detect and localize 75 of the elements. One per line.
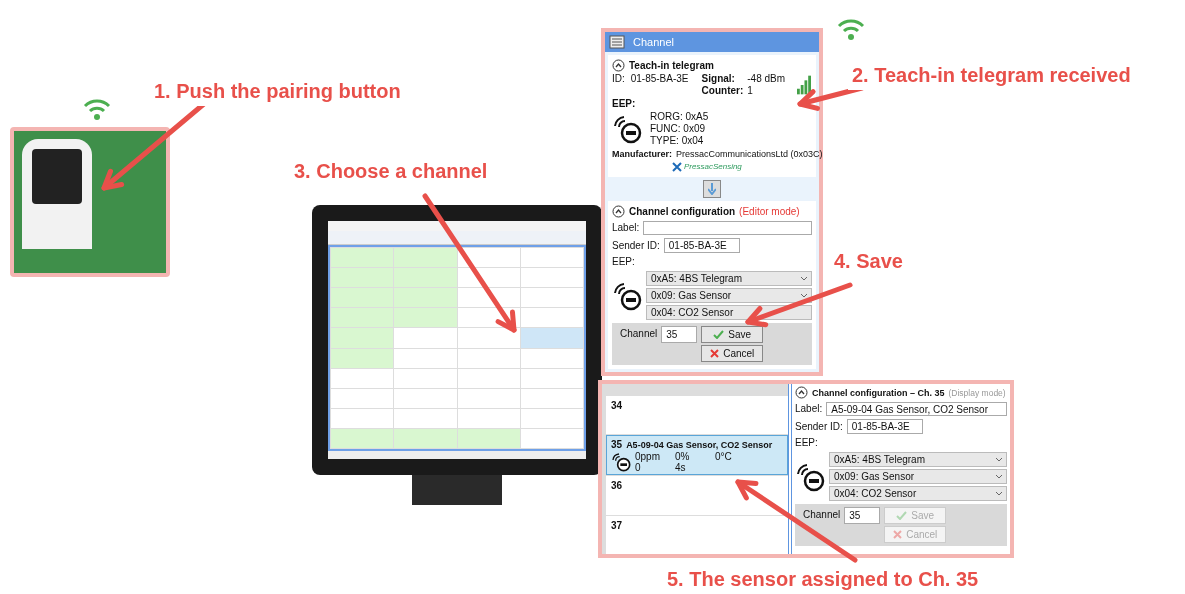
field-label: EEP:	[612, 256, 636, 268]
eep-select[interactable]: 0xA5: 4BS Telegram	[646, 271, 812, 286]
channel-number: 35	[611, 439, 623, 452]
window-title: Channel	[633, 34, 674, 50]
eep-line: RORG: 0xA5	[650, 111, 709, 123]
section-heading: Channel configuration – Ch. 35	[812, 386, 945, 399]
signal-value: -48 dBm	[747, 73, 786, 85]
counter-value: 1	[747, 85, 754, 97]
eep-select[interactable]: 0x09: Gas Sensor	[646, 288, 812, 303]
collapse-icon[interactable]	[795, 386, 808, 399]
manufacturer-logo: PressacSensing	[684, 161, 742, 173]
reading-value: 0	[635, 462, 641, 474]
channel-title: A5-09-04 Gas Sensor, CO2 Sensor	[626, 439, 773, 452]
check-icon	[896, 511, 908, 520]
mode-text: (Editor mode)	[739, 205, 800, 218]
chevron-down-icon	[996, 457, 1002, 462]
field-label: Sender ID:	[612, 239, 660, 252]
channel-number: 34	[611, 400, 623, 412]
check-icon	[713, 330, 725, 339]
signal-bars-icon	[797, 75, 812, 95]
manufacturer-value: PressacCommunicationsLtd (0x03C)	[676, 148, 823, 160]
field-label: Label:	[795, 403, 823, 415]
cancel-button[interactable]: Cancel	[701, 345, 764, 362]
reading-value: 0%	[675, 451, 691, 463]
label-field[interactable]	[643, 221, 812, 235]
channel-number: 36	[611, 480, 623, 493]
eep-select[interactable]: 0x09: Gas Sensor	[829, 469, 1007, 484]
field-label: Label:	[612, 222, 640, 234]
collapse-icon[interactable]	[612, 59, 625, 72]
chevron-down-icon	[996, 491, 1002, 496]
eep-select[interactable]: 0xA5: 4BS Telegram	[829, 452, 1007, 467]
label-field[interactable]: A5-09-04 Gas Sensor, CO2 Sensor	[826, 402, 1007, 416]
field-label: Manufacturer:	[612, 148, 672, 160]
signal-label: Signal:	[701, 73, 736, 85]
chevron-down-icon	[996, 474, 1002, 479]
close-icon	[710, 349, 720, 358]
logo-icon	[672, 162, 682, 172]
sender-id-field[interactable]: 01-85-BA-3E	[663, 238, 740, 253]
field-label: Sender ID:	[795, 420, 843, 433]
field-label: Channel	[803, 508, 841, 522]
channel-number: 37	[611, 519, 623, 532]
eep-select[interactable]: 0x04: CO2 Sensor	[829, 486, 1007, 501]
channel-cell[interactable]: 35 A5-09-04 Gas Sensor, CO2 Sensor 0ppm 0% 0°C 0 4s	[606, 435, 788, 476]
channel-cell[interactable]: 37	[606, 515, 788, 554]
eep-line: FUNC: 0x09	[650, 123, 706, 135]
eep-line: TYPE: 0x04	[650, 135, 705, 147]
sender-id-field[interactable]: 01-85-BA-3E	[846, 419, 923, 434]
reading-value: 0ppm	[635, 451, 661, 463]
field-label: ID:	[612, 73, 626, 85]
field-label: Channel	[620, 327, 658, 341]
mode-text: (Display mode)	[948, 386, 1006, 399]
channel-field[interactable]: 35	[844, 507, 881, 524]
section-heading: Teach-in telegram	[629, 59, 714, 72]
chevron-down-icon	[801, 293, 807, 298]
field-label: EEP:	[795, 437, 819, 449]
field-label: EEP:	[612, 98, 637, 110]
counter-label: Counter:	[701, 85, 744, 97]
collapse-icon[interactable]	[612, 205, 625, 218]
co2-sensor-icon	[611, 452, 631, 473]
chevron-down-icon	[801, 276, 807, 281]
id-value: 01-85-BA-3E	[630, 73, 690, 85]
channel-field[interactable]: 35	[661, 326, 698, 343]
section-heading: Channel configuration	[629, 205, 736, 218]
reading-value: 0°C	[715, 451, 733, 463]
arrow-down-icon	[708, 183, 716, 195]
save-button[interactable]: Save	[701, 326, 764, 343]
channel-cell[interactable]: 36	[606, 476, 788, 515]
reading-value: 4s	[675, 462, 687, 474]
co2-sensor-icon	[795, 461, 825, 492]
channel-cell[interactable]: 34	[606, 396, 788, 435]
close-icon	[893, 530, 903, 539]
co2-sensor-icon	[612, 280, 642, 311]
list-icon	[609, 35, 625, 49]
co2-sensor-icon	[612, 114, 642, 144]
down-arrow-button[interactable]	[703, 180, 721, 198]
